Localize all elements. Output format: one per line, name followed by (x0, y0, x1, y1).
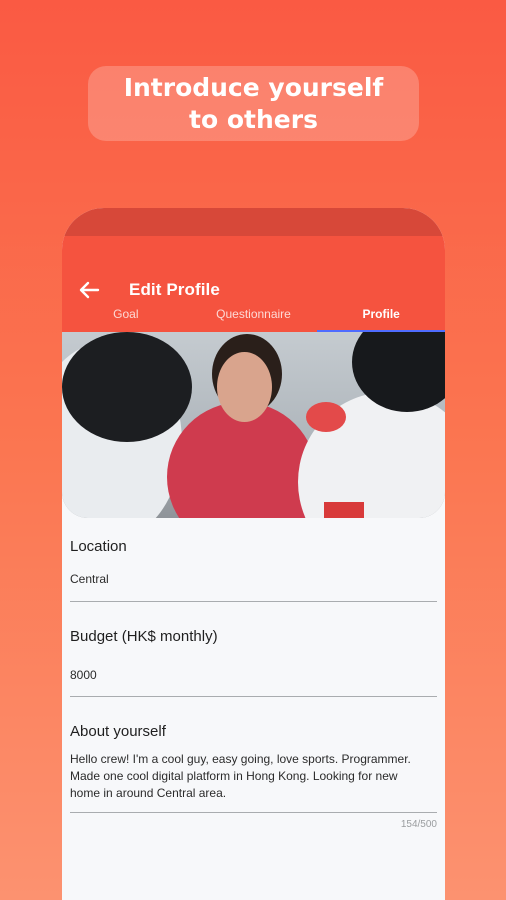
profile-photo (62, 332, 445, 518)
phone-frame: Edit Profile Goal Questionnaire Profile … (62, 208, 445, 900)
profile-form: Location Central Budget (HK$ monthly) 80… (62, 518, 445, 830)
tab-goal[interactable]: Goal (62, 300, 190, 332)
promo-line-2: to others (189, 105, 318, 134)
tab-bar: Goal Questionnaire Profile (62, 300, 445, 332)
arrow-left-icon[interactable] (78, 280, 100, 300)
budget-label: Budget (HK$ monthly) (70, 628, 218, 645)
shirt-logo (324, 502, 364, 518)
location-field[interactable]: Central (70, 572, 437, 586)
about-label: About yourself (70, 723, 166, 740)
location-label: Location (70, 538, 127, 555)
about-field[interactable]: Hello crew! I'm a cool guy, easy going, … (70, 751, 415, 802)
about-underline (70, 812, 437, 813)
char-counter: 154/500 (400, 819, 437, 830)
budget-field[interactable]: 8000 (70, 668, 437, 682)
status-bar (62, 208, 445, 236)
page-title: Edit Profile (129, 280, 220, 299)
tab-profile[interactable]: Profile (317, 300, 445, 332)
tab-questionnaire[interactable]: Questionnaire (190, 300, 318, 332)
promo-line-1: Introduce yourself (123, 73, 384, 102)
app-bar: Edit Profile Goal Questionnaire Profile (62, 236, 445, 332)
promo-banner: Introduce yourself to others (88, 66, 419, 141)
